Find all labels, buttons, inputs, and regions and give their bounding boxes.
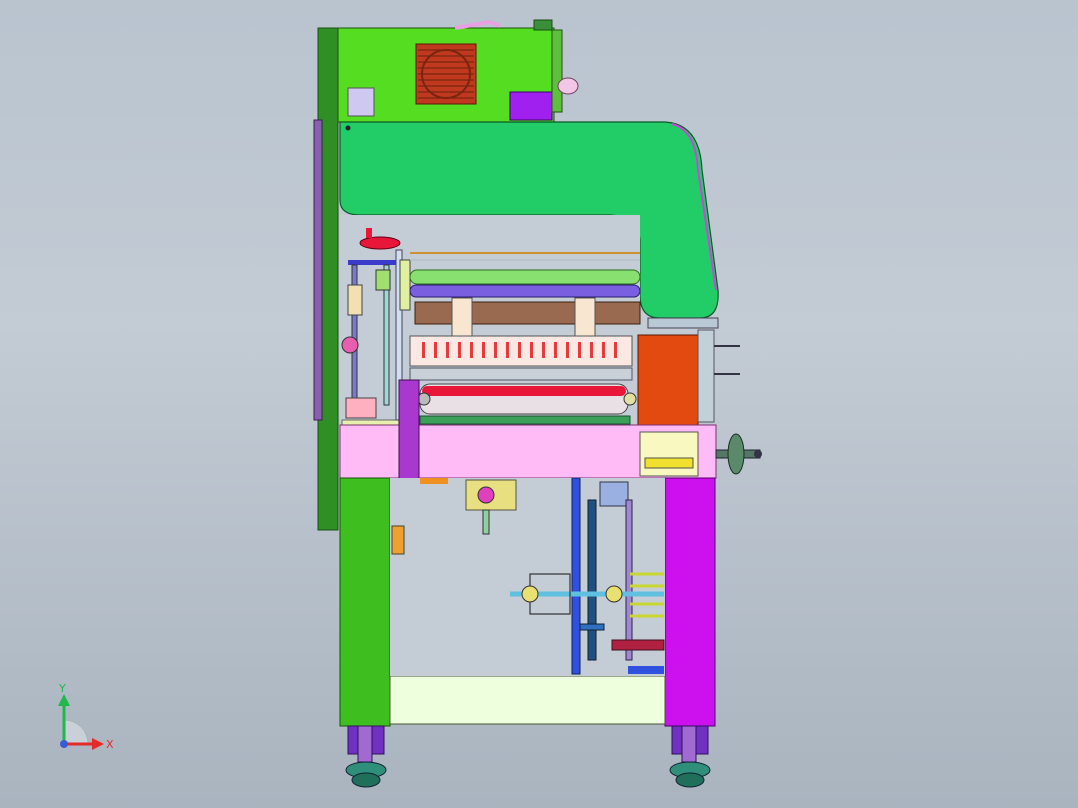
center-pin bbox=[482, 509, 490, 535]
triad-xy-arc bbox=[63, 719, 89, 745]
axis-triad: Y X bbox=[58, 682, 114, 751]
mech-pink-box bbox=[345, 397, 377, 419]
right-leg bbox=[664, 477, 716, 727]
red-cylinder bbox=[611, 639, 665, 651]
top-connector bbox=[533, 19, 553, 31]
center-gear bbox=[477, 486, 495, 504]
y-axis-arrow bbox=[58, 694, 70, 706]
yellow-latch-box bbox=[639, 431, 699, 477]
roller-green bbox=[409, 269, 641, 285]
origin-dot bbox=[60, 740, 68, 748]
bracket-right bbox=[574, 297, 596, 339]
x-axis-label: X bbox=[106, 738, 114, 751]
mech-cylinder bbox=[347, 284, 363, 316]
top-side-box bbox=[551, 29, 563, 113]
top-pipe bbox=[454, 19, 501, 30]
left-sensor bbox=[391, 525, 405, 555]
pink-knob bbox=[557, 77, 579, 95]
orange-tab bbox=[420, 478, 448, 484]
y-axis-label: Y bbox=[58, 682, 66, 695]
left-leg bbox=[339, 477, 391, 727]
mech-green-block bbox=[375, 269, 391, 291]
sensor-probe bbox=[579, 623, 605, 631]
handwheel-red[interactable] bbox=[359, 236, 401, 250]
x-axis-arrow bbox=[92, 738, 104, 750]
orange-block bbox=[637, 334, 699, 433]
arch-bolt bbox=[345, 125, 351, 131]
vertical-belt-2 bbox=[625, 499, 633, 661]
mech-top-bar bbox=[348, 260, 402, 265]
yellow-latch bbox=[644, 457, 694, 469]
mech-base-plate bbox=[341, 419, 401, 426]
roller-red-band bbox=[422, 386, 626, 396]
mech-clamp bbox=[399, 259, 411, 311]
label-plate bbox=[347, 87, 375, 117]
roller-end-right bbox=[623, 392, 637, 406]
motor-drum bbox=[599, 481, 629, 507]
cad-viewport[interactable]: Y X bbox=[0, 0, 1078, 808]
bracket-left bbox=[451, 297, 473, 339]
blue-frame-bottom bbox=[628, 666, 664, 674]
purple-panel bbox=[509, 91, 553, 121]
roller-blue bbox=[409, 284, 641, 298]
bottom-crossbar bbox=[389, 675, 666, 725]
heater-bar bbox=[409, 367, 633, 381]
arch-foot-plate bbox=[647, 317, 719, 329]
side-handwheel[interactable] bbox=[715, 433, 762, 475]
left-side-rail bbox=[313, 119, 323, 421]
roller-green-base bbox=[419, 415, 631, 425]
orange-block-side bbox=[697, 329, 715, 423]
roller-end-left bbox=[417, 392, 431, 406]
brown-plate bbox=[414, 301, 641, 325]
machine-model[interactable] bbox=[0, 0, 1078, 808]
caster-right bbox=[669, 725, 711, 788]
blue-frame-left bbox=[571, 477, 581, 675]
mech-gear bbox=[341, 336, 359, 354]
vertical-belt bbox=[587, 499, 597, 661]
coupling-gear-left bbox=[521, 585, 539, 603]
caster-left bbox=[345, 725, 387, 788]
handwheel-hub bbox=[366, 228, 372, 238]
coupling-gear-right bbox=[605, 585, 623, 603]
